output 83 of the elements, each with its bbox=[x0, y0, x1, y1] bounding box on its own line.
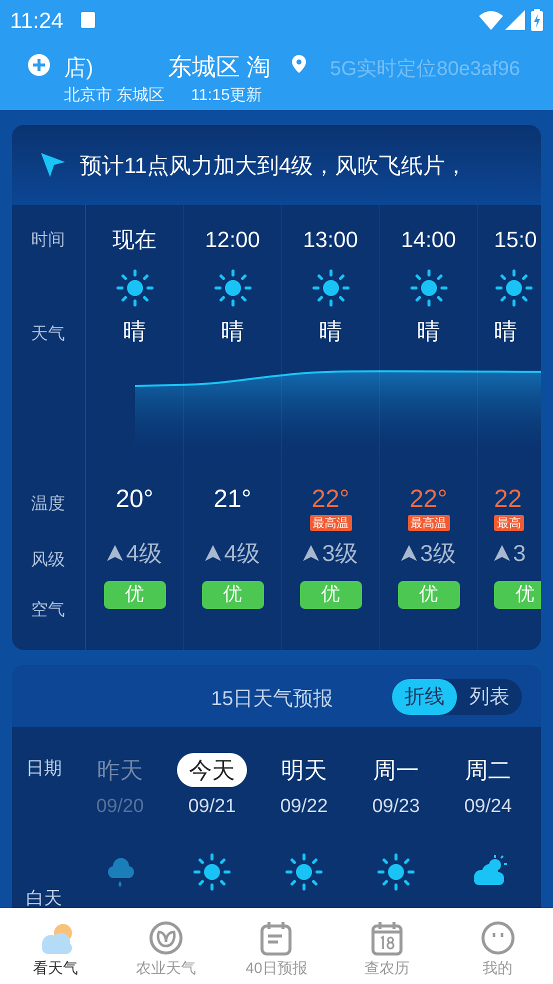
day-label[interactable]: 明天 bbox=[269, 753, 339, 787]
sun-icon bbox=[212, 268, 252, 308]
condition-text: 晴 bbox=[319, 317, 342, 346]
condition-text: 晴 bbox=[494, 317, 517, 346]
temperature: 22° bbox=[410, 484, 448, 514]
navigation-arrow-icon bbox=[40, 152, 66, 178]
day-label[interactable]: 周二 bbox=[453, 753, 523, 787]
wind-arrow-icon bbox=[494, 544, 510, 561]
city-name-fragment: 店) bbox=[64, 54, 94, 82]
hour-time: 15:0 bbox=[494, 226, 537, 254]
wind-level: 3 bbox=[513, 538, 526, 568]
battery-icon bbox=[531, 9, 543, 31]
temperature: 22° bbox=[312, 484, 350, 514]
wind-level: 3级 bbox=[420, 538, 456, 568]
signal-icon bbox=[505, 10, 525, 30]
wind-level: 4级 bbox=[224, 538, 260, 568]
smiley-icon bbox=[480, 920, 516, 956]
air-quality-badge: 优 bbox=[104, 581, 166, 609]
wifi-icon bbox=[479, 10, 503, 30]
day-label[interactable]: 周一 bbox=[361, 753, 431, 787]
row-label: 温度 bbox=[31, 493, 65, 515]
date-text: 09/22 bbox=[280, 795, 328, 819]
row-label: 时间 bbox=[31, 229, 65, 251]
wind-arrow-icon bbox=[303, 544, 320, 561]
row-label: 风级 bbox=[31, 549, 65, 571]
row-label: 日期 bbox=[26, 757, 62, 780]
air-quality-badge: 优 bbox=[494, 581, 541, 609]
sun-icon bbox=[494, 268, 534, 308]
row-label: 空气 bbox=[31, 599, 65, 621]
wind-arrow-icon bbox=[205, 544, 222, 561]
max-temp-badge: 最高温 bbox=[310, 514, 352, 530]
temperature: 22 bbox=[494, 484, 522, 514]
update-time: 11:15更新 bbox=[191, 86, 262, 106]
view-mode-tab[interactable]: 列表 bbox=[457, 679, 522, 715]
calendar-date-icon bbox=[369, 920, 406, 956]
row-label: 天气 bbox=[31, 323, 65, 345]
wind-level: 3级 bbox=[322, 538, 358, 568]
nav-label: 查农历 bbox=[364, 959, 410, 979]
nav-label: 我的 bbox=[482, 959, 513, 979]
sun-icon bbox=[192, 852, 232, 892]
air-quality-badge: 优 bbox=[398, 581, 460, 609]
day-label[interactable]: 今天 bbox=[177, 753, 247, 787]
wind-alert-text: 预计11点风力加大到4级，风吹飞纸片， bbox=[80, 152, 468, 180]
sun-icon bbox=[310, 268, 350, 308]
region-label: 北京市 东城区 bbox=[64, 86, 164, 106]
add-city-icon[interactable] bbox=[28, 54, 50, 76]
city-title: 东城区 淘 bbox=[168, 53, 271, 83]
location-pin-icon bbox=[292, 55, 306, 73]
hour-time: 14:00 bbox=[400, 226, 456, 254]
calendar-icon bbox=[258, 920, 294, 956]
sun-icon bbox=[408, 268, 448, 308]
condition-text: 晴 bbox=[123, 317, 146, 346]
air-quality-badge: 优 bbox=[202, 581, 264, 609]
date-text: 09/23 bbox=[372, 795, 420, 819]
sun-icon bbox=[284, 852, 324, 892]
wind-level: 4级 bbox=[126, 538, 162, 568]
nav-tab[interactable]: 看天气 bbox=[0, 908, 111, 984]
date-text: 09/24 bbox=[464, 795, 512, 819]
hour-time: 12:00 bbox=[204, 226, 260, 254]
clock: 11:24 bbox=[10, 6, 64, 34]
nav-label: 农业天气 bbox=[136, 959, 196, 979]
date-text: 09/21 bbox=[188, 795, 236, 819]
temperature: 20° bbox=[116, 484, 154, 514]
nav-label: 看天气 bbox=[32, 959, 78, 979]
max-temp-badge: 最高 bbox=[494, 514, 524, 530]
sprout-icon bbox=[148, 920, 184, 956]
air-quality-badge: 优 bbox=[300, 581, 362, 609]
location-hint: 5G实时定位80e3af96 bbox=[330, 57, 520, 82]
wind-arrow-icon bbox=[401, 544, 418, 561]
wind-arrow-icon bbox=[107, 544, 124, 561]
view-mode-tab[interactable]: 折线 bbox=[392, 679, 457, 715]
max-temp-badge: 最高温 bbox=[408, 514, 450, 530]
sun-icon bbox=[376, 852, 416, 892]
nav-label: 40日预报 bbox=[246, 959, 308, 979]
hour-time: 现在 bbox=[112, 226, 156, 254]
condition-text: 晴 bbox=[221, 317, 244, 346]
forecast-title: 15日天气预报 bbox=[211, 687, 334, 712]
date-text: 09/20 bbox=[96, 795, 144, 819]
temperature: 21° bbox=[214, 484, 252, 514]
sun-icon bbox=[114, 268, 154, 308]
hour-time: 13:00 bbox=[302, 226, 358, 254]
condition-text: 晴 bbox=[417, 317, 440, 346]
row-label: 白天 bbox=[26, 887, 62, 908]
